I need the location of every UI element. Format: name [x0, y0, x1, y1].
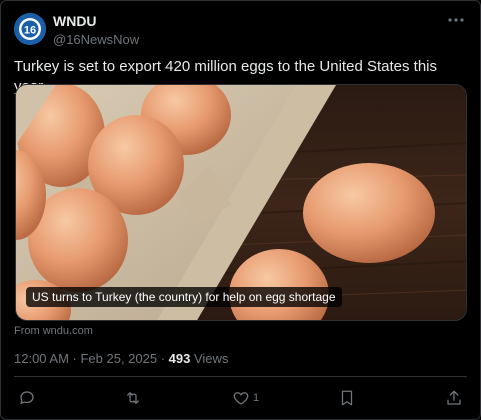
tweet-meta: 12:00 AM · Feb 25, 2025 · 493 Views [14, 351, 228, 366]
author-block: WNDU @16NewsNow [53, 13, 139, 49]
avatar-label: 16 [24, 25, 36, 37]
divider [14, 376, 467, 377]
tweet-card[interactable]: 16 WNDU @16NewsNow Turkey is set to expo… [0, 0, 481, 420]
eggs-photo [16, 85, 466, 320]
reply-button[interactable] [18, 389, 36, 407]
reply-icon [20, 391, 34, 404]
views-count: 493 [168, 351, 191, 366]
bookmark-button[interactable] [338, 389, 356, 407]
timestamp[interactable]: 12:00 AM · Feb 25, 2025 · [14, 351, 169, 366]
media-caption: US turns to Turkey (the country) for hel… [26, 287, 342, 307]
more-options-button[interactable] [446, 13, 466, 27]
views-label: Views [190, 351, 229, 366]
media-card[interactable]: US turns to Turkey (the country) for hel… [15, 84, 467, 321]
heart-icon [233, 392, 249, 405]
share-button[interactable] [445, 389, 463, 407]
action-bar: 1 [1, 385, 481, 415]
retweet-icon [127, 392, 139, 404]
like-count: 1 [253, 392, 260, 404]
wndu-logo-icon: 16 [14, 13, 46, 45]
bookmark-icon [341, 390, 353, 406]
share-icon [447, 390, 461, 405]
retweet-button[interactable] [123, 389, 143, 407]
more-horizontal-icon [448, 18, 464, 22]
like-button[interactable]: 1 [232, 389, 259, 407]
avatar[interactable]: 16 [14, 13, 46, 45]
link-source[interactable]: From wndu.com [14, 325, 93, 337]
display-name[interactable]: WNDU [53, 13, 139, 29]
handle[interactable]: @16NewsNow [53, 31, 139, 49]
